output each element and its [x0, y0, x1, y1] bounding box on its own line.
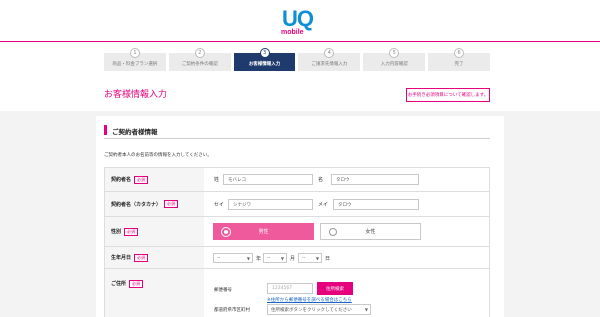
prefecture-city-select[interactable]: 住所検索ボタンをクリックしてください ▼: [267, 304, 371, 315]
step-label: 入力内容確認: [380, 62, 408, 67]
field-label: 契約者名: [111, 177, 132, 183]
step-3-current: 3 お客様情報入力: [233, 48, 296, 71]
month-unit: 月: [290, 256, 296, 262]
row-gender: 性別 必須 男性 女性: [105, 217, 489, 247]
section-divider: [104, 138, 490, 139]
row-name: 契約者名 必須 姓 モバレコ 名 タロウ: [105, 168, 489, 192]
gender-female-option[interactable]: 女性: [320, 223, 421, 240]
progress-steps: 1 商品・料金プラン選択 2 ご契約条件の確認 3 お客様情報入力 4 ご請求先…: [104, 48, 490, 71]
field-label: 性別: [111, 229, 122, 235]
step-5: 5 入力内容確認: [363, 48, 426, 71]
section-note: ご契約者本人のお名前等の情報を入力してください。: [104, 153, 212, 158]
gender-male-label: 男性: [258, 229, 269, 235]
row-kana: 契約者名（カタカナ） 必須 セイ シナジワ メイ タロウ: [105, 192, 489, 217]
step-number: 4: [324, 48, 335, 58]
row-body: 郵便番号 1234567 住所検索 ※住所から郵便番号を調べる場合はこちら 都道…: [204, 269, 489, 317]
section-title: ご契約者様情報: [112, 128, 158, 136]
step-number: 6: [454, 48, 465, 58]
address-search-button[interactable]: 住所検索: [317, 282, 353, 295]
step-number: 1: [129, 48, 140, 58]
last-name-prefix: 姓: [214, 177, 220, 183]
required-badge: 必須: [124, 227, 139, 236]
required-badge: 必須: [134, 253, 149, 262]
row-body: 姓 モバレコ 名 タロウ: [204, 168, 489, 191]
day-unit: 日: [325, 256, 331, 262]
step-label: お客様情報入力: [248, 62, 281, 67]
year-unit: 年: [256, 256, 262, 262]
row-address: ご住所 必須 郵便番号 1234567 住所検索 ※住所から郵便番号を調べる場合…: [105, 269, 489, 317]
field-label: ご住所: [111, 281, 127, 287]
row-label: 契約者名（カタカナ） 必須: [105, 192, 204, 216]
step-4: 4 ご請求先情報入力: [298, 48, 361, 71]
prefecture-city-value: 住所検索ボタンをクリックしてください: [271, 307, 352, 313]
row-label: 性別 必須: [105, 217, 204, 246]
contract-form: 契約者名 必須 姓 モバレコ 名 タロウ 契約者名（カタカナ） 必須 セイ シナ…: [104, 167, 490, 317]
step-label: 商品・料金プラン選択: [112, 62, 158, 67]
field-label: 生年月日: [111, 255, 132, 261]
step-number: 5: [389, 48, 400, 58]
chevron-down-icon: ▼: [246, 256, 250, 261]
birth-day-select[interactable]: -- ▼: [298, 253, 322, 263]
step-number: 3: [259, 48, 270, 58]
row-label: 契約者名 必須: [105, 168, 204, 191]
row-birthdate: 生年月日 必須 -- ▼ 年 -- ▼ 月 -- ▼ 日: [105, 247, 489, 269]
required-badge: 必須: [164, 200, 179, 208]
last-kana-prefix: セイ: [214, 202, 225, 208]
step-label: ご契約条件の確認: [181, 62, 218, 67]
birth-month-value: --: [267, 255, 271, 261]
section-accent-bar: [104, 125, 107, 135]
zip-lookup-link[interactable]: ※住所から郵便番号を調べる場合はこちら: [267, 297, 352, 303]
first-kana-prefix: メイ: [318, 202, 329, 208]
gender-male-option[interactable]: 男性: [213, 223, 314, 240]
page-title: お客様情報入力: [104, 90, 168, 100]
required-badge: 必須: [134, 175, 149, 184]
step-1: 1 商品・料金プラン選択: [104, 48, 166, 71]
uq-logo-sub: mobile: [281, 29, 304, 36]
birth-day-value: --: [302, 255, 306, 261]
zip-code-input[interactable]: 1234567: [267, 283, 313, 294]
required-fields-button[interactable]: お手続き必須項目について確認します。: [406, 88, 490, 102]
gender-female-label: 女性: [365, 229, 376, 235]
header-divider: [0, 41, 600, 42]
zip-label: 郵便番号: [214, 288, 232, 293]
row-label: ご住所 必須: [105, 269, 204, 317]
first-name-kana-input[interactable]: タロウ: [333, 199, 419, 210]
row-body: セイ シナジワ メイ タロウ: [204, 192, 489, 216]
birth-year-value: --: [217, 255, 221, 261]
row-body: 男性 女性: [204, 217, 489, 246]
step-number: 2: [194, 48, 205, 58]
prefecture-label: 都道府県市区町村: [214, 308, 250, 313]
birth-month-select[interactable]: -- ▼: [263, 253, 287, 263]
first-name-input[interactable]: タロウ: [331, 174, 419, 185]
row-label: 生年月日 必須: [105, 247, 204, 268]
last-name-input[interactable]: モバレコ: [223, 174, 313, 185]
chevron-down-icon: ▼: [315, 256, 319, 261]
last-name-kana-input[interactable]: シナジワ: [228, 199, 313, 210]
step-label: 完了: [454, 62, 464, 67]
radio-selected-icon: [222, 228, 230, 236]
field-label: 契約者名（カタカナ）: [111, 201, 162, 208]
chevron-down-icon: ▼: [280, 256, 284, 261]
required-badge: 必須: [129, 280, 144, 288]
step-2: 2 ご契約条件の確認: [168, 48, 231, 71]
step-label: ご請求先情報入力: [311, 62, 348, 67]
radio-unselected-icon: [329, 228, 337, 236]
birth-year-select[interactable]: -- ▼: [213, 253, 253, 263]
step-6: 6 完了: [428, 48, 490, 71]
first-name-prefix: 名: [318, 177, 324, 183]
row-body: -- ▼ 年 -- ▼ 月 -- ▼ 日: [204, 247, 489, 268]
chevron-down-icon: ▼: [364, 307, 368, 312]
